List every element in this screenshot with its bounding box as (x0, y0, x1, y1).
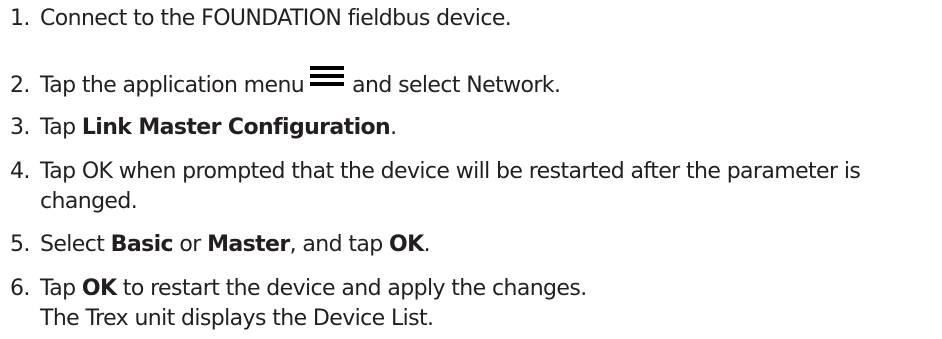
step-text: Connect to the FOUNDATION fieldbus devic… (40, 6, 512, 31)
step-text-mid: or (172, 232, 208, 257)
step-text-post: . (390, 115, 397, 140)
step-number: 3. (10, 115, 30, 140)
link-master-configuration-label: Link Master Configuration (81, 115, 391, 140)
ok-label: OK (389, 232, 424, 257)
step-1: 1. Connect to the FOUNDATION fieldbus dev… (10, 4, 512, 34)
step-text-post: to restart the device and apply the chan… (116, 276, 587, 301)
step-text-post: . (423, 232, 431, 257)
step-text-pre: Tap (40, 276, 82, 301)
step-text-after-icon: and select Network. (352, 73, 561, 98)
step-text-before-icon: Tap the application menu (40, 73, 305, 98)
basic-option-label: Basic (110, 232, 174, 257)
step-number: 2. (10, 73, 30, 98)
master-option-label: Master (207, 232, 290, 257)
step-text-pre: Select (40, 232, 111, 257)
step-4: 4. Tap OK when prompted that the device w… (10, 157, 861, 217)
step-number: 4. (10, 159, 30, 184)
step-2: 2. Tap the application menu and select Net… (10, 66, 561, 101)
step-text-line1: Tap OK when prompted that the device wil… (40, 159, 861, 184)
step-text-mid2: , and tap (289, 232, 390, 257)
step-6: 6. Tap OK to restart the device and apply… (10, 274, 587, 334)
step-text-pre: Tap (40, 115, 82, 140)
step-number: 5. (10, 232, 30, 257)
step-number: 6. (10, 276, 30, 301)
step-3: 3. Tap Link Master Configuration. (10, 113, 397, 143)
hamburger-menu-icon (310, 66, 345, 94)
step-result-text: The Trex unit displays the Device List. (40, 306, 434, 331)
step-number: 1. (10, 6, 30, 31)
step-5: 5. Select Basic or Master, and tap OK. (10, 230, 431, 260)
ok-label: OK (81, 276, 117, 301)
step-text-line2: changed. (40, 189, 138, 214)
procedure-steps: 1. Connect to the FOUNDATION fieldbus dev… (0, 0, 942, 339)
